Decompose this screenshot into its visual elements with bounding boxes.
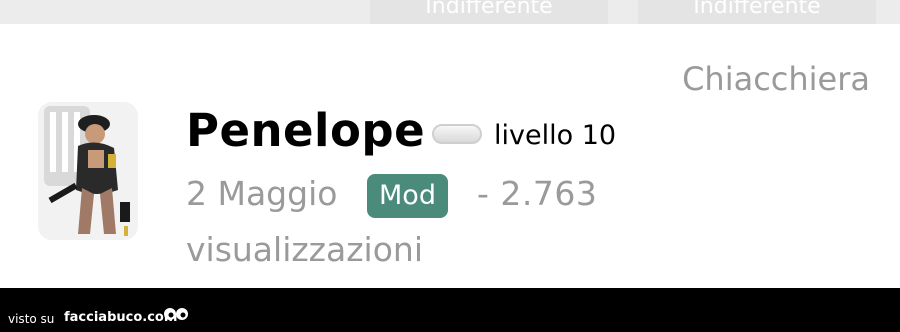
user-level: livello 10 xyxy=(494,120,617,151)
visto-su-label: visto su xyxy=(8,312,55,326)
indifferente-button-2[interactable]: Indifferente xyxy=(638,0,876,24)
post-date: 2 Maggio xyxy=(186,174,338,213)
mod-badge: Mod xyxy=(367,174,448,218)
googly-eyes-logo-icon xyxy=(164,308,188,320)
avatar-image-icon xyxy=(38,102,138,240)
view-count: - 2.763 xyxy=(477,174,598,213)
avatar[interactable] xyxy=(38,102,138,240)
view-count-label: visualizzazioni xyxy=(186,230,423,269)
watermark-footer: visto su facciabuco.com xyxy=(0,288,900,332)
site-brand: facciabuco.com xyxy=(64,310,178,325)
indifferente-button-1[interactable]: Indifferente xyxy=(370,0,608,24)
top-bar: Indifferente Indifferente xyxy=(0,0,900,24)
post-category[interactable]: Chiacchiera xyxy=(682,60,870,98)
username[interactable]: Penelope xyxy=(186,104,425,157)
level-progress-bar xyxy=(432,124,482,144)
